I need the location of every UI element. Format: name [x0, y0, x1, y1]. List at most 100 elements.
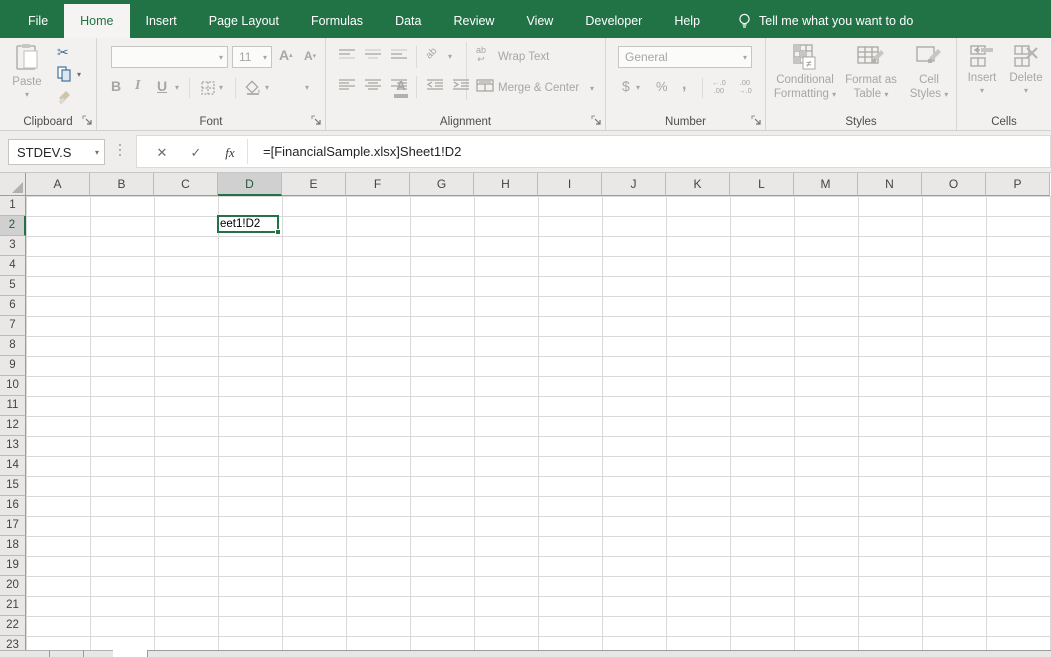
- menu-tab[interactable]: Insert: [130, 4, 193, 38]
- fill-color-button[interactable]: [245, 80, 262, 98]
- format-painter-button[interactable]: [57, 90, 72, 107]
- select-all-button[interactable]: [0, 173, 26, 196]
- copy-button[interactable]: [57, 66, 71, 85]
- fill-handle[interactable]: [275, 229, 281, 235]
- column-header[interactable]: E: [282, 173, 346, 196]
- decrease-decimal-button[interactable]: .00 →.0: [738, 79, 752, 95]
- copy-dropdown-icon[interactable]: ▾: [77, 71, 81, 79]
- orientation-button[interactable]: ab: [424, 46, 440, 62]
- row-header[interactable]: 22: [0, 616, 26, 636]
- enter-button[interactable]: ✓: [183, 141, 209, 165]
- cancel-button[interactable]: ✕: [149, 141, 175, 165]
- decrease-font-size-button[interactable]: A ▾: [304, 49, 316, 63]
- italic-button[interactable]: I: [135, 78, 140, 94]
- active-cell[interactable]: eet1!D2: [217, 215, 281, 235]
- row-header[interactable]: 21: [0, 596, 26, 616]
- align-right-button[interactable]: [390, 78, 408, 90]
- accounting-format-button[interactable]: $: [622, 78, 630, 94]
- column-header[interactable]: H: [474, 173, 538, 196]
- row-header[interactable]: 13: [0, 436, 26, 456]
- delete-cells-button[interactable]: Delete ▾: [1006, 44, 1046, 95]
- insert-cells-button[interactable]: Insert ▾: [962, 44, 1002, 95]
- wrap-text-button[interactable]: ab ↩: [476, 46, 486, 64]
- borders-button[interactable]: [201, 81, 215, 98]
- row-header[interactable]: 17: [0, 516, 26, 536]
- middle-align-button[interactable]: [364, 48, 382, 60]
- column-header[interactable]: M: [794, 173, 858, 196]
- fill-color-dropdown-icon[interactable]: ▾: [265, 84, 269, 92]
- conditional-formatting-button[interactable]: ≠ Conditional Formatting ▾: [772, 44, 838, 101]
- column-header[interactable]: I: [538, 173, 602, 196]
- menu-tab[interactable]: Help: [658, 4, 716, 38]
- paste-button[interactable]: Paste ▾: [5, 43, 49, 99]
- column-header[interactable]: D: [218, 173, 282, 196]
- alignment-dialog-launcher[interactable]: [591, 115, 602, 126]
- row-header[interactable]: 11: [0, 396, 26, 416]
- cut-button[interactable]: ✂: [57, 44, 69, 61]
- increase-indent-button[interactable]: [452, 78, 470, 90]
- number-dialog-launcher[interactable]: [751, 115, 762, 126]
- formula-input[interactable]: =[FinancialSample.xlsx]Sheet1!D2: [263, 144, 461, 159]
- sheet-tab-bar-left[interactable]: [0, 650, 113, 657]
- menu-tab[interactable]: Home: [64, 4, 130, 38]
- cell-styles-button[interactable]: Cell Styles ▾: [904, 44, 954, 101]
- row-header[interactable]: 4: [0, 256, 26, 276]
- percent-style-button[interactable]: %: [656, 79, 668, 94]
- increase-font-size-button[interactable]: A ▴: [279, 47, 293, 63]
- menu-tab[interactable]: Data: [379, 4, 437, 38]
- merge-center-label[interactable]: Merge & Center: [498, 82, 579, 94]
- tell-me-box[interactable]: Tell me what you want to do: [738, 4, 913, 38]
- orientation-dropdown-icon[interactable]: ▾: [448, 53, 452, 61]
- row-header[interactable]: 7: [0, 316, 26, 336]
- formula-bar-resizer[interactable]: [119, 144, 121, 156]
- row-header[interactable]: 16: [0, 496, 26, 516]
- column-header[interactable]: F: [346, 173, 410, 196]
- menu-tab[interactable]: Formulas: [295, 4, 379, 38]
- column-header[interactable]: O: [922, 173, 986, 196]
- row-header[interactable]: 6: [0, 296, 26, 316]
- font-dialog-launcher[interactable]: [311, 115, 322, 126]
- align-center-button[interactable]: [364, 78, 382, 90]
- align-left-button[interactable]: [338, 78, 356, 90]
- wrap-text-label[interactable]: Wrap Text: [498, 51, 549, 63]
- decrease-indent-button[interactable]: [426, 78, 444, 90]
- column-header[interactable]: P: [986, 173, 1050, 196]
- underline-dropdown-icon[interactable]: ▾: [175, 84, 179, 92]
- row-header[interactable]: 18: [0, 536, 26, 556]
- row-header[interactable]: 20: [0, 576, 26, 596]
- row-header[interactable]: 12: [0, 416, 26, 436]
- column-header[interactable]: C: [154, 173, 218, 196]
- name-box-dropdown-icon[interactable]: ▾: [95, 149, 99, 157]
- insert-function-button[interactable]: fx: [217, 141, 243, 165]
- number-format-combo[interactable]: General ▾: [618, 46, 752, 68]
- bold-button[interactable]: B: [111, 78, 121, 94]
- row-header[interactable]: 2: [0, 216, 26, 236]
- row-header[interactable]: 15: [0, 476, 26, 496]
- column-header[interactable]: J: [602, 173, 666, 196]
- borders-dropdown-icon[interactable]: ▾: [219, 84, 223, 92]
- clipboard-dialog-launcher[interactable]: [82, 115, 93, 126]
- merge-center-dropdown-icon[interactable]: ▾: [590, 85, 594, 93]
- sheet-tab-active-sliver[interactable]: [113, 650, 147, 657]
- row-header[interactable]: 5: [0, 276, 26, 296]
- menu-tab[interactable]: Page Layout: [193, 4, 295, 38]
- horizontal-scrollbar-area[interactable]: [147, 650, 1051, 657]
- column-header[interactable]: G: [410, 173, 474, 196]
- menu-tab[interactable]: File: [12, 4, 64, 38]
- column-header[interactable]: B: [90, 173, 154, 196]
- font-size-combo[interactable]: 11 ▾: [232, 46, 272, 68]
- column-header[interactable]: K: [666, 173, 730, 196]
- bottom-align-button[interactable]: [390, 48, 408, 60]
- menu-tab[interactable]: View: [510, 4, 569, 38]
- accounting-dropdown-icon[interactable]: ▾: [636, 84, 640, 92]
- font-color-dropdown-icon[interactable]: ▾: [305, 84, 309, 92]
- column-header[interactable]: N: [858, 173, 922, 196]
- column-header[interactable]: A: [26, 173, 90, 196]
- column-header[interactable]: L: [730, 173, 794, 196]
- name-box[interactable]: STDEV.S ▾: [8, 139, 105, 165]
- menu-tab[interactable]: Review: [437, 4, 510, 38]
- increase-decimal-button[interactable]: ←.0.00: [712, 79, 726, 95]
- underline-button[interactable]: U: [157, 78, 167, 94]
- font-name-combo[interactable]: ▾: [111, 46, 228, 68]
- top-align-button[interactable]: [338, 48, 356, 60]
